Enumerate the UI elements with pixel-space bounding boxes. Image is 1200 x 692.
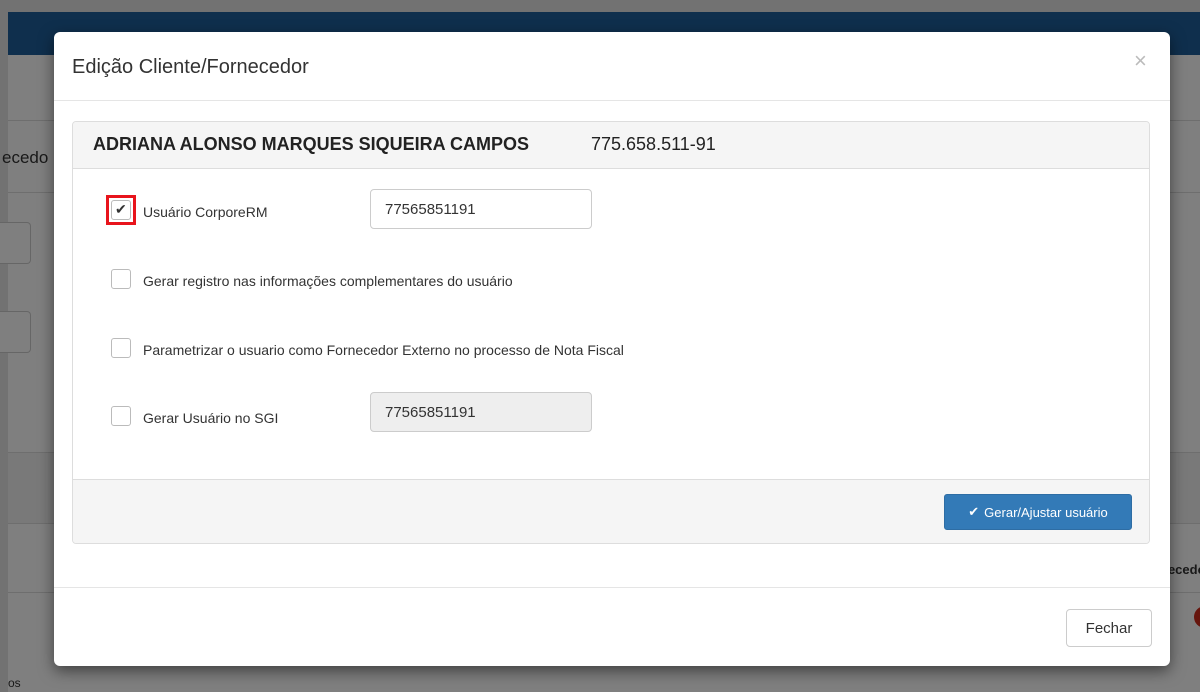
generate-adjust-user-button[interactable]: ✔ Gerar/Ajustar usuário: [944, 494, 1132, 530]
close-button[interactable]: Fechar: [1066, 609, 1152, 647]
external-supplier-label: Parametrizar o usuario como Fornecedor E…: [143, 342, 624, 358]
panel-footer: ✔ Gerar/Ajustar usuário: [73, 479, 1149, 543]
check-icon: ✔: [968, 504, 980, 519]
modal-footer: Fechar: [54, 587, 1170, 667]
modal-title: Edição Cliente/Fornecedor: [72, 56, 309, 78]
panel-heading: ADRIANA ALONSO MARQUES SIQUEIRA CAMPOS 7…: [73, 122, 1149, 169]
generate-complementary-info-checkbox[interactable]: [111, 269, 131, 289]
corporerm-user-checkbox[interactable]: ✔: [111, 200, 131, 220]
corporerm-user-label: Usuário CorporeRM: [143, 204, 268, 220]
close-icon[interactable]: ×: [1134, 50, 1147, 72]
sgi-user-input: [370, 392, 592, 432]
generate-sgi-user-label: Gerar Usuário no SGI: [143, 410, 279, 426]
corporerm-user-input[interactable]: [370, 189, 592, 229]
generate-complementary-info-label: Gerar registro nas informações complemen…: [143, 273, 513, 289]
user-panel: ADRIANA ALONSO MARQUES SIQUEIRA CAMPOS 7…: [72, 121, 1150, 544]
client-document: 775.658.511-91: [591, 134, 716, 154]
edit-client-supplier-modal: Edição Cliente/Fornecedor × ADRIANA ALON…: [54, 32, 1170, 666]
external-supplier-checkbox[interactable]: [111, 338, 131, 358]
generate-sgi-user-checkbox[interactable]: [111, 406, 131, 426]
checkmark-icon: ✔: [115, 201, 127, 217]
client-name: ADRIANA ALONSO MARQUES SIQUEIRA CAMPOS: [93, 134, 530, 154]
generate-adjust-user-label: Gerar/Ajustar usuário: [984, 504, 1108, 520]
modal-header: Edição Cliente/Fornecedor ×: [54, 32, 1170, 101]
